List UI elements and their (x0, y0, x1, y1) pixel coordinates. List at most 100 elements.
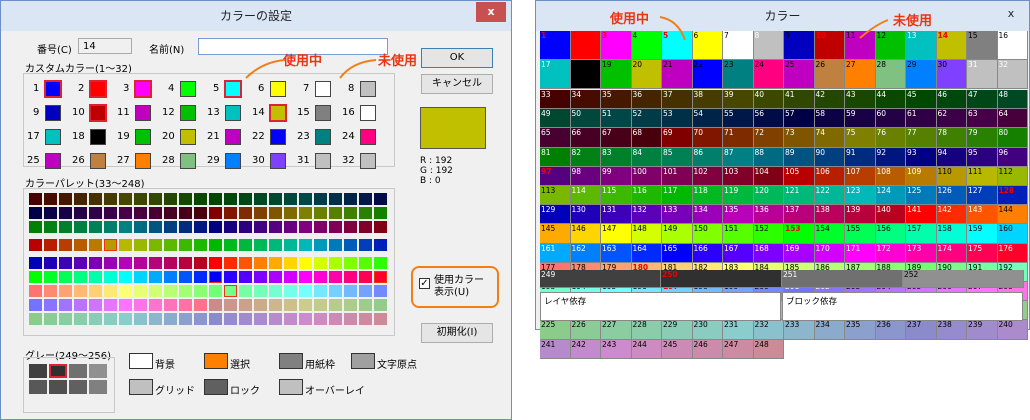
palette-cell[interactable] (329, 257, 342, 269)
palette-cell[interactable] (194, 313, 207, 325)
color-table-cell[interactable]: 105 (784, 166, 815, 186)
palette-cell[interactable] (89, 221, 102, 233)
color-table-cell[interactable]: 125 (906, 186, 937, 206)
color-table-cell[interactable]: 238 (936, 320, 967, 340)
color-table-cell[interactable]: 79 (967, 128, 998, 148)
color-table-cell[interactable]: 49 (540, 109, 571, 129)
color-table-cell[interactable]: 46 (936, 90, 967, 110)
color-table-cell[interactable]: 33 (540, 90, 571, 110)
color-table-cell[interactable]: 123 (845, 186, 876, 206)
palette-cell[interactable] (224, 239, 237, 251)
palette-cell[interactable] (134, 299, 147, 311)
color-table-cell[interactable]: 76 (875, 128, 906, 148)
palette-cell[interactable] (44, 193, 57, 205)
color-table-cell[interactable]: 117 (662, 186, 693, 206)
color-table-cell[interactable]: 130 (570, 205, 601, 225)
palette-cell[interactable] (149, 271, 162, 283)
palette-cell[interactable] (134, 285, 147, 297)
palette-cell[interactable] (374, 271, 387, 283)
palette-cell[interactable] (29, 239, 42, 251)
color-table-cell[interactable]: 243 (601, 339, 632, 359)
color-table-cell[interactable]: 115 (601, 186, 632, 206)
palette-cell[interactable] (299, 299, 312, 311)
color-table-cell[interactable]: 85 (662, 147, 693, 167)
palette-cell[interactable] (104, 221, 117, 233)
palette-cell[interactable] (89, 299, 102, 311)
palette-cell[interactable] (164, 299, 177, 311)
color-table-cell[interactable]: 26 (814, 60, 845, 89)
palette-cell[interactable] (164, 285, 177, 297)
palette-cell[interactable] (269, 271, 282, 283)
color-table-cell[interactable]: 77 (906, 128, 937, 148)
palette-cell[interactable] (269, 257, 282, 269)
color-table-cell[interactable]: 30 (936, 60, 967, 89)
color-table-cell[interactable]: 81 (540, 147, 571, 167)
palette-cell[interactable] (74, 207, 87, 219)
color-table-cell[interactable]: 74 (814, 128, 845, 148)
color-table-cell[interactable]: 109 (906, 166, 937, 186)
legend-swatch[interactable] (129, 379, 153, 395)
color-table-cell[interactable]: 45 (906, 90, 937, 110)
palette-cell[interactable] (104, 193, 117, 205)
color-table-cell[interactable]: 18 (570, 60, 601, 89)
palette-cell[interactable] (239, 271, 252, 283)
color-table-cell[interactable]: 135 (723, 205, 754, 225)
palette-cell[interactable] (239, 193, 252, 205)
palette-cell[interactable] (374, 207, 387, 219)
color-table-cell[interactable]: 227 (601, 320, 632, 340)
palette-cell[interactable] (134, 207, 147, 219)
color-table-cell[interactable]: 90 (814, 147, 845, 167)
palette-cell[interactable] (119, 221, 132, 233)
palette-cell[interactable] (164, 193, 177, 205)
color-table-cell[interactable]: 148 (631, 224, 662, 244)
custom-color-swatch[interactable] (90, 153, 106, 169)
palette-cell[interactable] (299, 221, 312, 233)
color-table-cell[interactable]: 156 (875, 224, 906, 244)
color-table-cell[interactable]: 230 (692, 320, 723, 340)
palette-cell[interactable] (134, 271, 147, 283)
palette-cell[interactable] (104, 313, 117, 325)
palette-cell[interactable] (104, 285, 117, 297)
palette-cell[interactable] (29, 285, 42, 297)
color-table-cell[interactable]: 113 (540, 186, 571, 206)
palette-cell[interactable] (284, 271, 297, 283)
palette-cell[interactable] (314, 285, 327, 297)
palette-cell[interactable] (104, 257, 117, 269)
color-table-cell[interactable]: 71 (723, 128, 754, 148)
color-table-cell[interactable]: 40 (753, 90, 784, 110)
palette-cell[interactable] (269, 193, 282, 205)
color-table-cell[interactable]: 32 (997, 60, 1028, 89)
palette-cell[interactable] (299, 271, 312, 283)
palette-cell[interactable] (359, 221, 372, 233)
color-table-cell[interactable]: 242 (570, 339, 601, 359)
palette-cell[interactable] (44, 221, 57, 233)
palette-cell[interactable] (239, 299, 252, 311)
color-table-cell[interactable]: 247 (723, 339, 754, 359)
color-table-cell[interactable]: 138 (814, 205, 845, 225)
palette-cell[interactable] (209, 299, 222, 311)
color-table-cell[interactable]: 69 (662, 128, 693, 148)
palette-cell[interactable] (329, 207, 342, 219)
palette-cell[interactable] (209, 207, 222, 219)
color-table-cell[interactable]: 133 (662, 205, 693, 225)
palette-cell[interactable] (104, 299, 117, 311)
legend-swatch[interactable] (351, 353, 375, 369)
color-table-cell[interactable]: 160 (997, 224, 1028, 244)
palette-cell[interactable] (179, 285, 192, 297)
custom-color-swatch[interactable] (270, 153, 286, 169)
palette-cell[interactable] (74, 239, 87, 251)
color-table-cell[interactable]: 88 (753, 147, 784, 167)
color-table-cell[interactable]: 78 (936, 128, 967, 148)
color-table-cell[interactable]: 142 (936, 205, 967, 225)
palette-cell[interactable] (74, 257, 87, 269)
palette-cell[interactable] (359, 299, 372, 311)
color-table-cell[interactable]: 35 (601, 90, 632, 110)
palette-cell[interactable] (359, 239, 372, 251)
palette-cell[interactable] (104, 271, 117, 283)
palette-cell[interactable] (119, 285, 132, 297)
color-table-cell[interactable]: 70 (692, 128, 723, 148)
palette-cell[interactable] (284, 239, 297, 251)
palette-cell[interactable] (224, 207, 237, 219)
color-table-cell[interactable]: 147 (601, 224, 632, 244)
palette-cell[interactable] (254, 257, 267, 269)
